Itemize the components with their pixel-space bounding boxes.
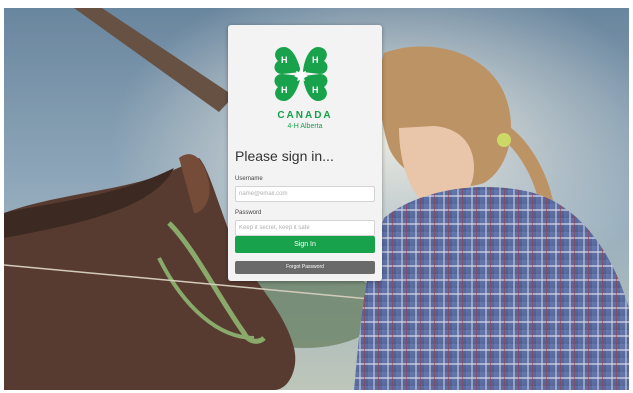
password-field[interactable] bbox=[235, 220, 375, 236]
login-card: H H H H CANADA 4-H Alberta Please sign i… bbox=[228, 25, 382, 281]
brand-region: 4-H Alberta bbox=[287, 123, 323, 130]
svg-text:H: H bbox=[281, 85, 288, 95]
svg-text:H: H bbox=[312, 85, 319, 95]
login-page: H H H H CANADA 4-H Alberta Please sign i… bbox=[4, 8, 629, 390]
username-field[interactable] bbox=[235, 186, 375, 202]
logo: H H H H bbox=[268, 41, 334, 107]
page-title: Please sign in... bbox=[235, 148, 334, 164]
brand-name: CANADA bbox=[277, 110, 333, 121]
four-leaf-clover-maple-leaf-icon: H H H H bbox=[274, 47, 328, 101]
svg-text:H: H bbox=[281, 55, 288, 65]
forgot-password-button[interactable]: Forgot Password bbox=[235, 261, 375, 274]
username-label: Username bbox=[235, 176, 263, 182]
svg-text:H: H bbox=[312, 55, 319, 65]
sign-in-button[interactable]: Sign In bbox=[235, 236, 375, 253]
password-label: Password bbox=[235, 210, 262, 216]
